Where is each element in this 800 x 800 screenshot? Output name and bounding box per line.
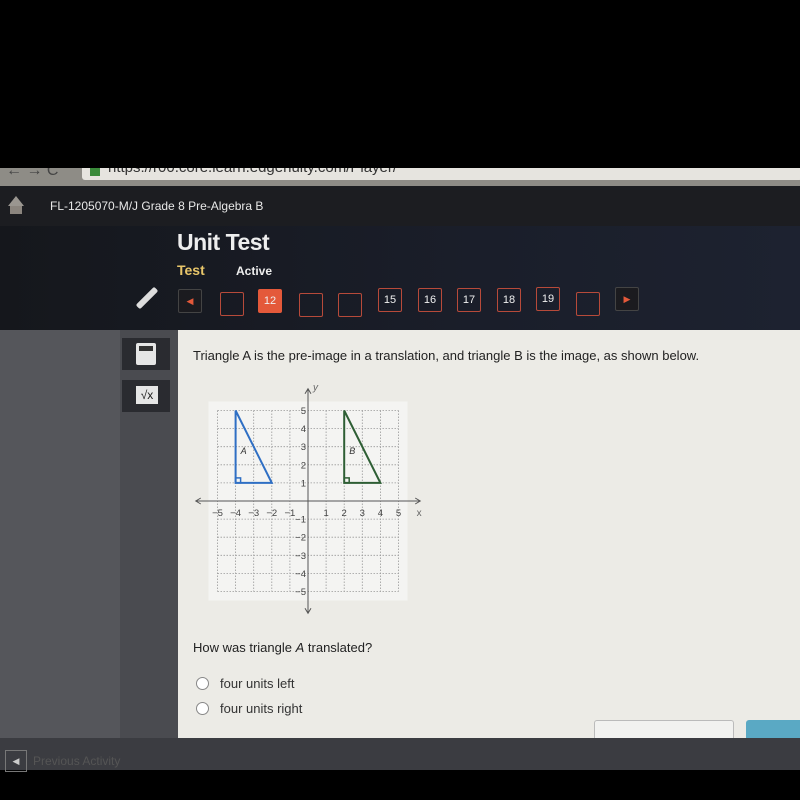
y-tick-label: 1 (301, 478, 306, 489)
y-axis-label: y (312, 383, 319, 394)
x-tick-label: −4 (230, 508, 241, 519)
save-exit-button[interactable] (594, 720, 734, 739)
x-tick-label: 5 (396, 508, 401, 519)
question-ask: How was triangle A translated? (193, 640, 372, 655)
previous-activity-label[interactable]: Previous Activity (33, 754, 120, 768)
radio-button[interactable] (196, 702, 209, 715)
triangle-label: A (240, 446, 247, 456)
option-four-units-right[interactable]: four units right (196, 701, 302, 716)
x-tick-label: −1 (284, 508, 295, 519)
x-tick-label: 4 (378, 508, 383, 519)
y-tick-label: −2 (295, 533, 306, 544)
x-axis-label: x (417, 508, 422, 519)
option-label: four units left (220, 676, 295, 691)
y-tick-label: −4 (295, 569, 306, 580)
coordinate-graph: x y −5 −4 −3 −2 −1 1 2 3 4 5 5 4 3 2 1 −1 −2 −3 −4 −5 A B (194, 383, 422, 615)
submit-button[interactable] (746, 720, 800, 738)
ask-var: A (295, 640, 305, 655)
x-tick-label: −2 (266, 508, 277, 519)
ask-text: How was triangle (193, 640, 296, 655)
x-tick-label: 1 (323, 508, 328, 519)
triangle-label: B (349, 446, 355, 456)
footer-bar: ◀ Previous Activity (0, 738, 800, 772)
x-tick-label: −5 (212, 508, 223, 519)
y-tick-label: 4 (301, 424, 306, 435)
x-tick-label: −3 (248, 508, 259, 519)
y-tick-label: −5 (295, 587, 306, 598)
y-tick-label: 3 (301, 442, 306, 453)
option-label: four units right (220, 701, 303, 716)
x-tick-label: 3 (360, 508, 365, 519)
option-four-units-left[interactable]: four units left (196, 676, 294, 691)
y-tick-label: −1 (295, 515, 306, 526)
radio-button[interactable] (196, 677, 209, 690)
previous-activity-button[interactable]: ◀ (5, 750, 27, 772)
y-tick-label: 2 (301, 460, 306, 471)
y-tick-label: −3 (295, 551, 306, 562)
ask-text-end: translated? (304, 640, 373, 655)
x-tick-label: 2 (342, 508, 347, 519)
y-tick-label: 5 (301, 406, 306, 417)
